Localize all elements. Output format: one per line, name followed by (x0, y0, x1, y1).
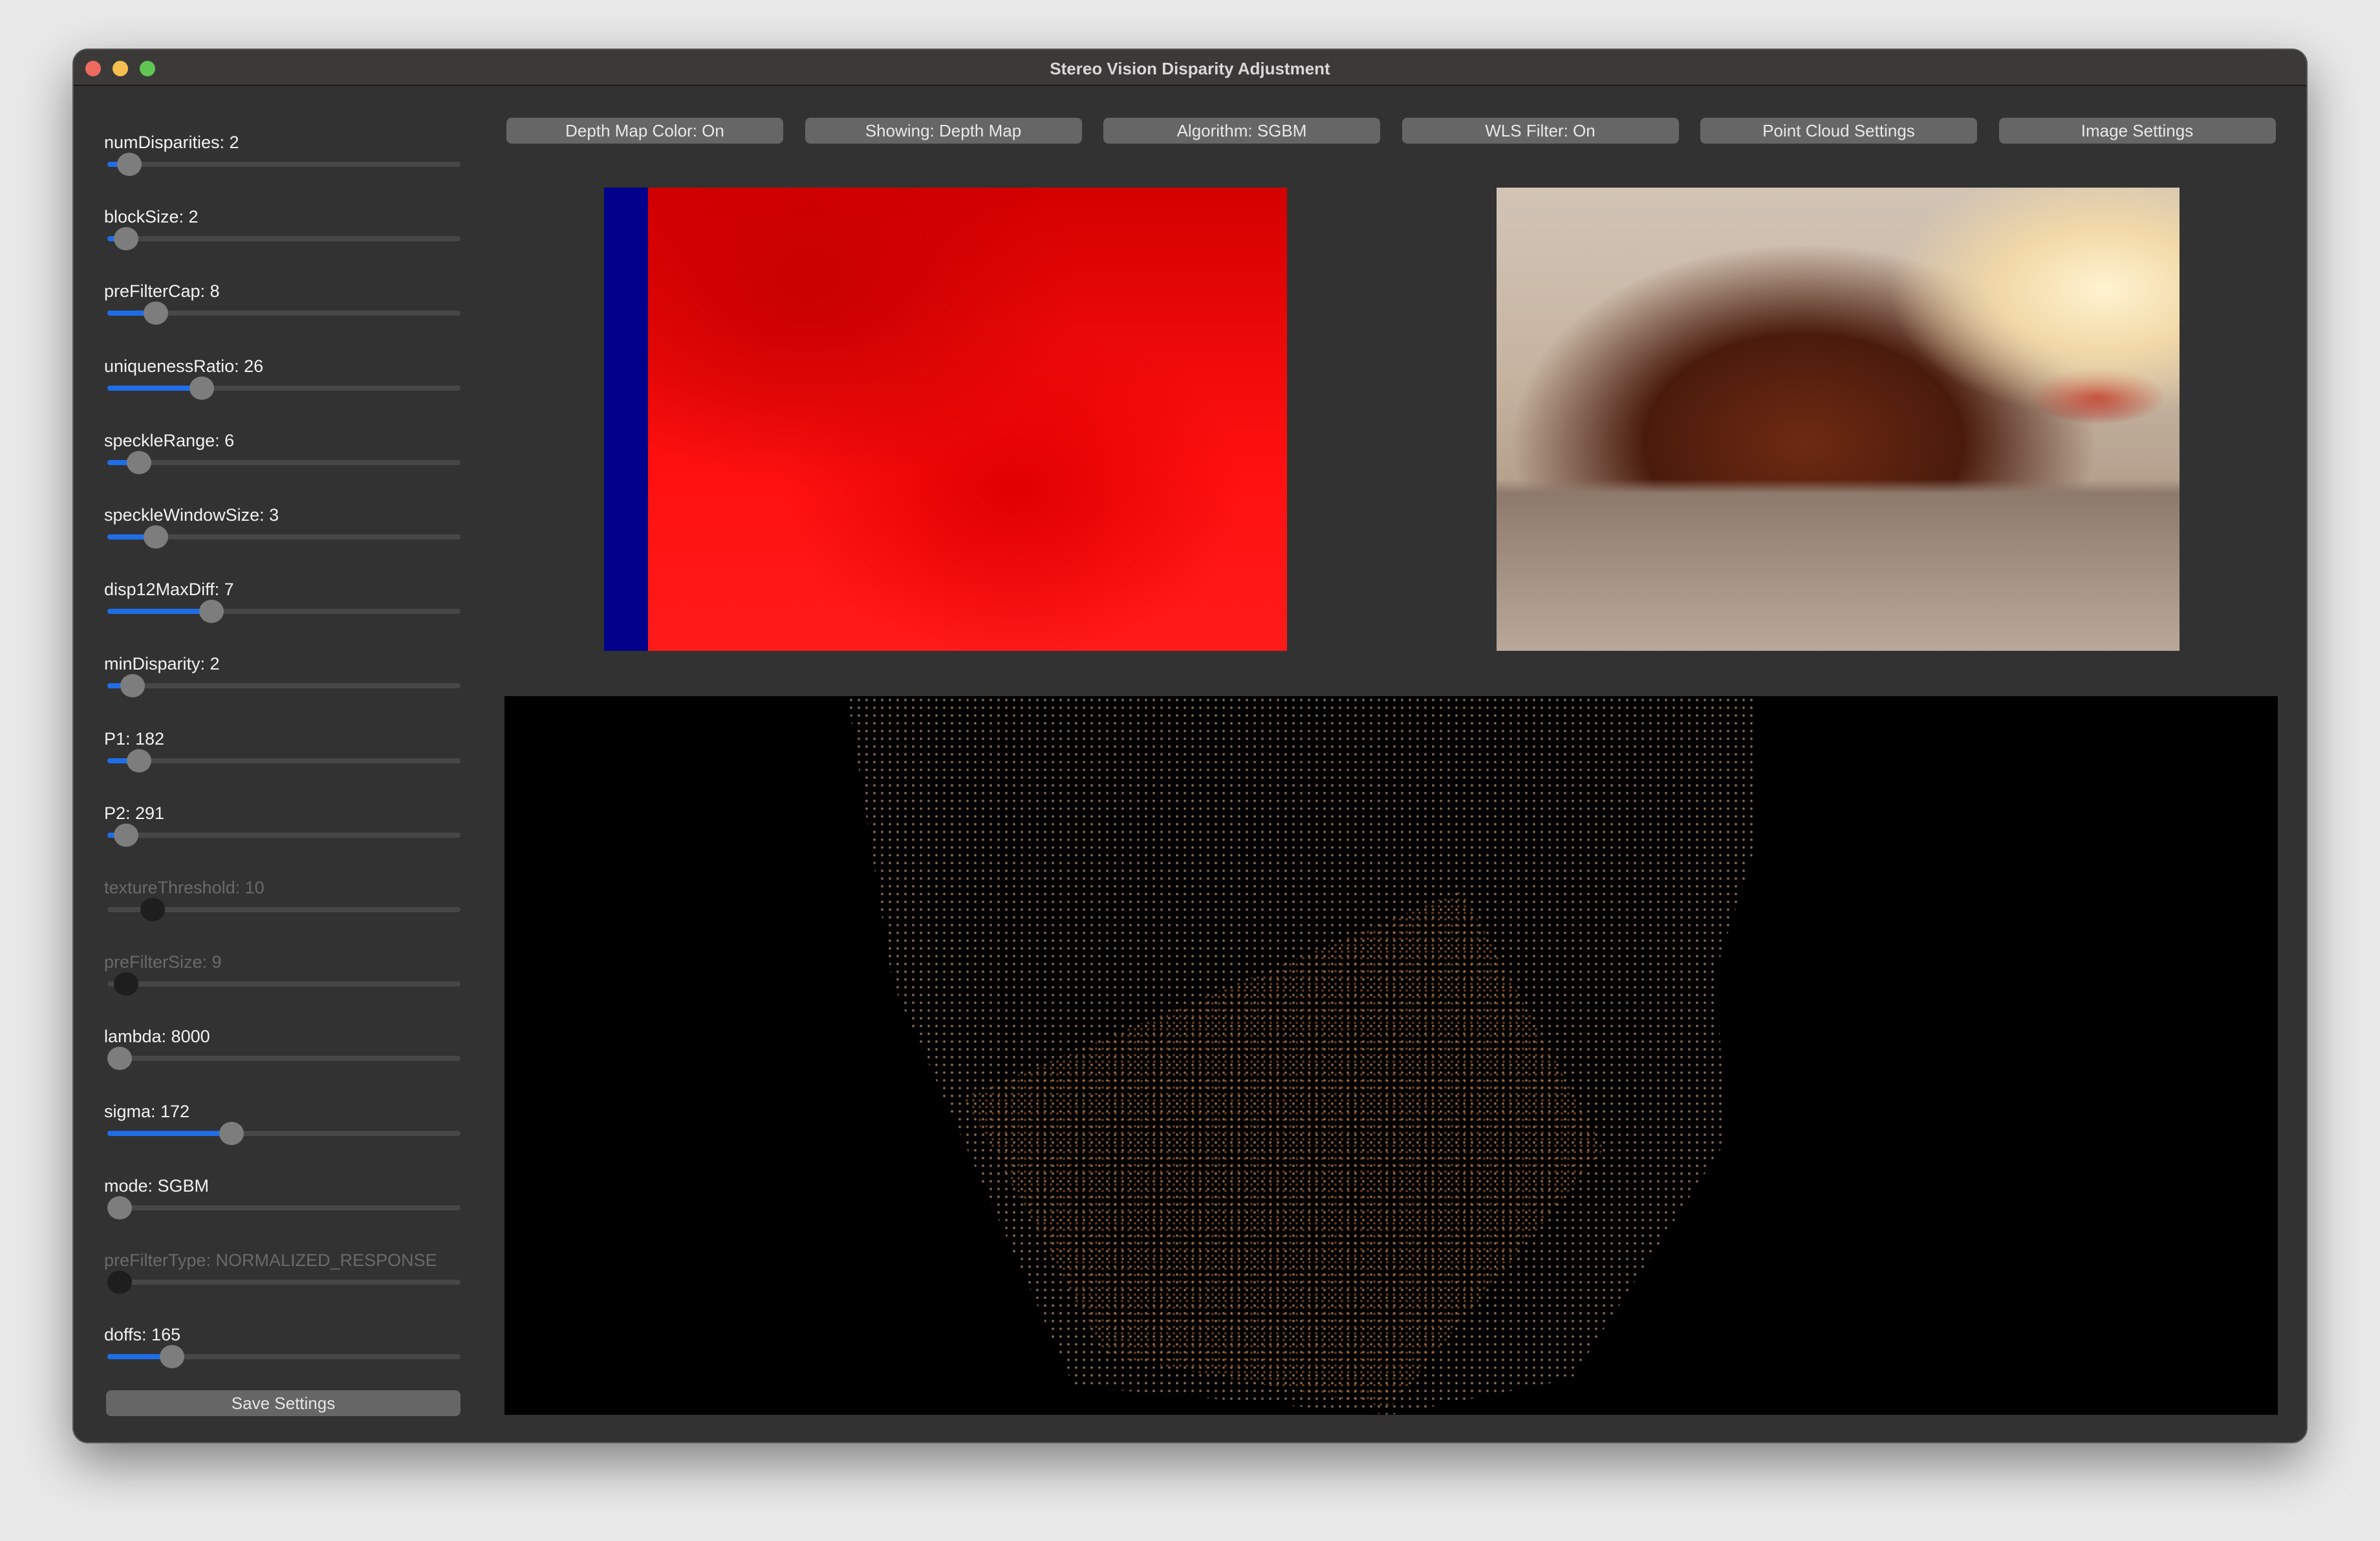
slider-label: speckleRange: 6 (104, 430, 235, 450)
parameter-slider[interactable] (107, 600, 460, 624)
parameter-slider (107, 972, 460, 996)
toolbar-button[interactable]: WLS Filter: On (1401, 118, 1679, 144)
slider-label: lambda: 8000 (104, 1027, 210, 1047)
parameter-slider[interactable] (107, 823, 460, 847)
slider-label: blockSize: 2 (104, 207, 199, 227)
slider-thumb[interactable] (199, 600, 224, 624)
parameter-slider[interactable] (107, 1121, 460, 1145)
slider-label: numDisparities: 2 (104, 133, 239, 152)
slider-label: textureThreshold: 10 (104, 878, 265, 897)
slider-thumb[interactable] (143, 301, 168, 325)
parameter-slider[interactable] (107, 525, 460, 549)
slider-label: preFilterType: NORMALIZED_RESPONSE (104, 1251, 437, 1270)
slider-label: speckleWindowSize: 3 (104, 505, 279, 525)
slider-label: minDisparity: 2 (104, 654, 220, 674)
slider-thumb (114, 972, 139, 996)
slider-label: P1: 182 (104, 728, 165, 749)
slider-thumb[interactable] (120, 674, 146, 698)
parameter-slider[interactable] (107, 450, 460, 474)
slider-label: preFilterCap: 8 (104, 281, 220, 301)
slider-fill (107, 1130, 232, 1136)
slider-thumb[interactable] (219, 1121, 244, 1145)
parameter-slider[interactable] (107, 1345, 460, 1369)
slider-fill (107, 609, 212, 615)
slider-label: uniquenessRatio: 26 (104, 356, 264, 376)
depth-map-image (604, 188, 1287, 651)
toolbar-button[interactable]: Image Settings (1998, 118, 2276, 144)
slider-fill (107, 385, 202, 391)
app-window: Stereo Vision Disparity Adjustment numDi… (72, 49, 2308, 1443)
slider-label: P2: 291 (104, 803, 165, 823)
parameter-slider[interactable] (107, 227, 460, 251)
parameter-slider[interactable] (107, 376, 460, 400)
slider-thumb[interactable] (160, 1345, 185, 1369)
toolbar-button[interactable]: Showing: Depth Map (805, 118, 1082, 144)
parameter-slider[interactable] (107, 674, 460, 698)
slider-thumb (140, 898, 165, 921)
parameter-slider[interactable] (107, 749, 460, 772)
slider-label: doffs: 165 (104, 1325, 181, 1345)
toolbar-button[interactable]: Depth Map Color: On (506, 118, 783, 144)
slider-thumb[interactable] (127, 749, 152, 772)
title-bar: Stereo Vision Disparity Adjustment (74, 50, 2306, 86)
slider-thumb[interactable] (107, 1047, 132, 1071)
slider-thumb (107, 1271, 132, 1294)
source-photo-image (1497, 188, 2180, 651)
slider-thumb[interactable] (117, 153, 142, 176)
toolbar-button[interactable]: Point Cloud Settings (1700, 118, 1977, 144)
parameter-slider[interactable] (107, 1047, 460, 1071)
toolbar-button[interactable]: Algorithm: SGBM (1103, 118, 1380, 144)
parameter-slider[interactable] (107, 153, 460, 176)
window-title: Stereo Vision Disparity Adjustment (1050, 59, 1330, 78)
parameter-slider[interactable] (107, 1196, 460, 1219)
slider-thumb[interactable] (114, 823, 139, 847)
slider-thumb[interactable] (127, 450, 152, 474)
slider-label: preFilterSize: 9 (104, 952, 222, 972)
slider-label: mode: SGBM (104, 1175, 210, 1196)
parameter-slider (107, 1271, 460, 1294)
slider-thumb[interactable] (107, 1196, 132, 1219)
slider-thumb[interactable] (143, 525, 168, 549)
slider-thumb[interactable] (114, 227, 139, 251)
point-cloud-view[interactable] (504, 696, 2278, 1415)
save-settings-button[interactable]: Save Settings (106, 1390, 460, 1416)
parameter-slider (107, 898, 460, 921)
slider-thumb[interactable] (189, 376, 214, 400)
slider-label: sigma: 172 (104, 1101, 190, 1121)
slider-label: disp12MaxDiff: 7 (104, 580, 234, 600)
parameter-slider[interactable] (107, 301, 460, 325)
